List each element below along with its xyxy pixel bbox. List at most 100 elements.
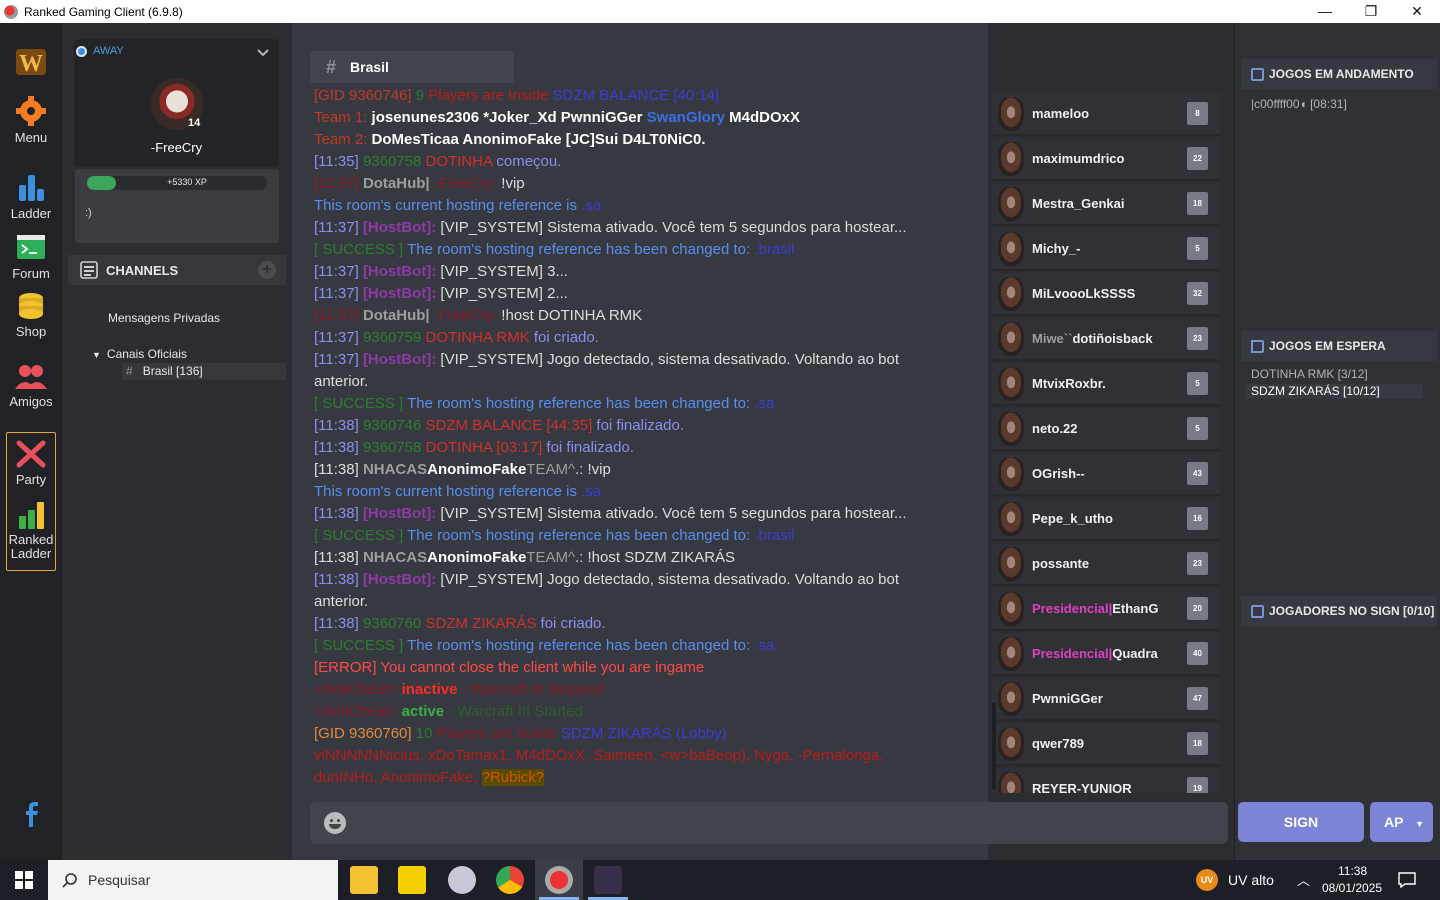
paint-icon[interactable] <box>448 866 476 894</box>
chat-segment: [HostBot]: <box>362 351 437 368</box>
member-avatar-icon <box>998 726 1024 761</box>
chat-segment: <AntiCheat> <box>314 681 402 698</box>
chrome-icon[interactable] <box>496 866 524 894</box>
chat-segment: !host DOTINHA RMK <box>497 307 643 324</box>
member-name: Presidencial|Quadra <box>1032 646 1162 661</box>
member-name: qwer789 <box>1032 736 1085 751</box>
ap-button[interactable]: AP ▼ <box>1370 802 1433 842</box>
clock-time[interactable]: 11:38 <box>1338 864 1367 878</box>
sticky-notes-icon[interactable] <box>398 866 426 894</box>
chat-segment: - Warcraft III Started <box>444 703 583 720</box>
games-in-progress-header[interactable]: JOGOS EM ANDAMENTO <box>1241 59 1437 89</box>
notifications-icon[interactable] <box>1398 871 1416 889</box>
chat-segment: [11:38] <box>314 571 363 588</box>
member-level-badge: 47 <box>1187 687 1208 710</box>
restore-button[interactable]: ❐ <box>1348 0 1394 23</box>
nav-party-label: Party <box>15 472 47 487</box>
channels-header[interactable]: CHANNELS + <box>68 255 286 285</box>
file-explorer-icon[interactable] <box>350 866 378 894</box>
member-row[interactable]: PwnniGGer 47 <box>992 678 1220 721</box>
member-row[interactable]: REYER-YUNIOR 19 <box>992 768 1220 793</box>
member-row[interactable]: mameloo 8 <box>992 93 1220 136</box>
chat-message: This room's current hosting reference is… <box>314 481 942 503</box>
member-row[interactable]: maximumdrico 22 <box>992 138 1220 181</box>
emoji-icon[interactable] <box>324 812 346 834</box>
nav-ranked-label-2: Ladder <box>10 546 52 561</box>
channel-item-brasil[interactable]: # Brasil [136] <box>122 363 286 380</box>
chat-segment: <AntiCheat> <box>314 703 402 720</box>
nav-party[interactable]: Party <box>0 439 62 487</box>
chat-segment: [HostBot]: <box>362 285 437 302</box>
warcraft-iii-icon[interactable] <box>594 866 622 894</box>
chat-segment: !vip <box>497 175 525 192</box>
minimize-button[interactable]: — <box>1302 0 1348 23</box>
tab-brasil[interactable]: # Brasil <box>310 51 514 83</box>
profile-motto[interactable]: :) <box>85 207 92 219</box>
close-button[interactable]: ✕ <box>1394 0 1440 23</box>
chat-segment: .brasil <box>754 241 795 258</box>
member-prefix: Miwe`` <box>1032 331 1073 346</box>
facebook-link[interactable] <box>0 801 62 830</box>
chat-message: viNNNNNNicius, xDoTamax1, M4dDOxX, Saime… <box>314 745 942 789</box>
member-row[interactable]: MtvixRoxbr. 5 <box>992 363 1220 406</box>
member-list[interactable]: mameloo 8 maximumdrico 22 Mestra_Genkai 18 Mic… <box>988 23 1234 793</box>
member-level-badge: 18 <box>1187 192 1208 215</box>
taskbar-search[interactable]: Pesquisar <box>48 860 338 900</box>
member-row[interactable]: Mestra_Genkai 18 <box>992 183 1220 226</box>
waiting-game-1[interactable]: DOTINHA RMK [3/12] <box>1251 367 1368 381</box>
warcraft-logo[interactable]: W <box>0 45 62 82</box>
add-channel-button[interactable]: + <box>258 261 276 279</box>
chat-segment: [GID 9360746] <box>314 87 416 104</box>
nav-amigos[interactable]: Amigos <box>0 363 62 409</box>
member-avatar-icon <box>998 456 1024 491</box>
member-row[interactable]: qwer789 18 <box>992 723 1220 766</box>
status-selector[interactable]: AWAY <box>76 45 124 57</box>
member-row[interactable]: possante 23 <box>992 543 1220 586</box>
nav-ladder[interactable]: Ladder <box>0 171 62 221</box>
member-row[interactable]: neto.22 5 <box>992 408 1220 451</box>
games-waiting-header[interactable]: JOGOS EM ESPERA <box>1241 331 1437 361</box>
sign-button[interactable]: SIGN <box>1238 802 1364 842</box>
chat-segment: .sa <box>581 483 602 500</box>
member-name: MtvixRoxbr. <box>1032 376 1106 391</box>
nav-forum[interactable]: Forum <box>0 233 62 281</box>
nav-menu[interactable]: Menu <box>0 95 62 145</box>
in-progress-game[interactable]: |c00ffff00◖ [08:31] <box>1251 97 1347 111</box>
member-row[interactable]: Miwe``dotiñoisback 23 <box>992 318 1220 361</box>
nav-amigos-label: Amigos <box>9 394 53 409</box>
ranked-client-icon[interactable] <box>545 866 573 894</box>
member-row[interactable]: Presidencial|Quadra 40 <box>992 633 1220 676</box>
chevron-down-icon[interactable] <box>257 49 269 57</box>
window-controls: — ❐ ✕ <box>1302 0 1440 23</box>
windows-start-icon[interactable] <box>15 871 33 889</box>
private-messages-item[interactable]: Mensagens Privadas <box>108 311 220 325</box>
chat-segment: [11:37] <box>314 307 363 324</box>
weather-label[interactable]: UV alto <box>1228 872 1274 888</box>
chat-scrollbar[interactable] <box>992 703 996 789</box>
clock-date[interactable]: 08/01/2025 <box>1322 881 1382 895</box>
chat-log[interactable]: [GID 9360746] 9 Players are Inside SDZM … <box>314 85 942 793</box>
sign-players-header[interactable]: JOGADORES NO SIGN [0/10] <box>1241 596 1437 626</box>
chat-segment: [11:37] <box>314 329 363 346</box>
member-row[interactable]: MiLvoooLkSSSS 32 <box>992 273 1220 316</box>
member-name-rest: dotiñoisback <box>1072 331 1153 346</box>
chat-segment: foi criado. <box>533 329 599 346</box>
member-name: mameloo <box>1032 106 1090 121</box>
chevron-up-icon[interactable]: ︿ <box>1297 870 1310 889</box>
member-row[interactable]: Presidencial|EthanG 20 <box>992 588 1220 631</box>
member-row[interactable]: Pepe_k_utho 16 <box>992 498 1220 541</box>
member-row[interactable]: Michy_- 5 <box>992 228 1220 271</box>
nav-ranked-ladder[interactable]: Ranked Ladder <box>0 500 62 561</box>
nav-shop[interactable]: Shop <box>0 291 62 339</box>
channel-title: Brasil <box>350 59 389 75</box>
member-row[interactable]: OGrish-- 43 <box>992 453 1220 496</box>
member-level-badge: 43 <box>1187 462 1208 485</box>
chat-segment: TEAM^ <box>526 549 576 566</box>
nav-menu-label: Menu <box>14 130 48 145</box>
message-input[interactable] <box>310 802 1228 844</box>
channel-group-official[interactable]: ▼ Canais Oficiais <box>92 347 187 361</box>
channel-group-label: Canais Oficiais <box>106 347 187 361</box>
waiting-game-2[interactable]: SDZM ZIKARÁS [10/12] <box>1245 384 1423 399</box>
chat-segment: Players are Inside <box>436 725 561 742</box>
member-avatar-icon <box>998 546 1024 581</box>
